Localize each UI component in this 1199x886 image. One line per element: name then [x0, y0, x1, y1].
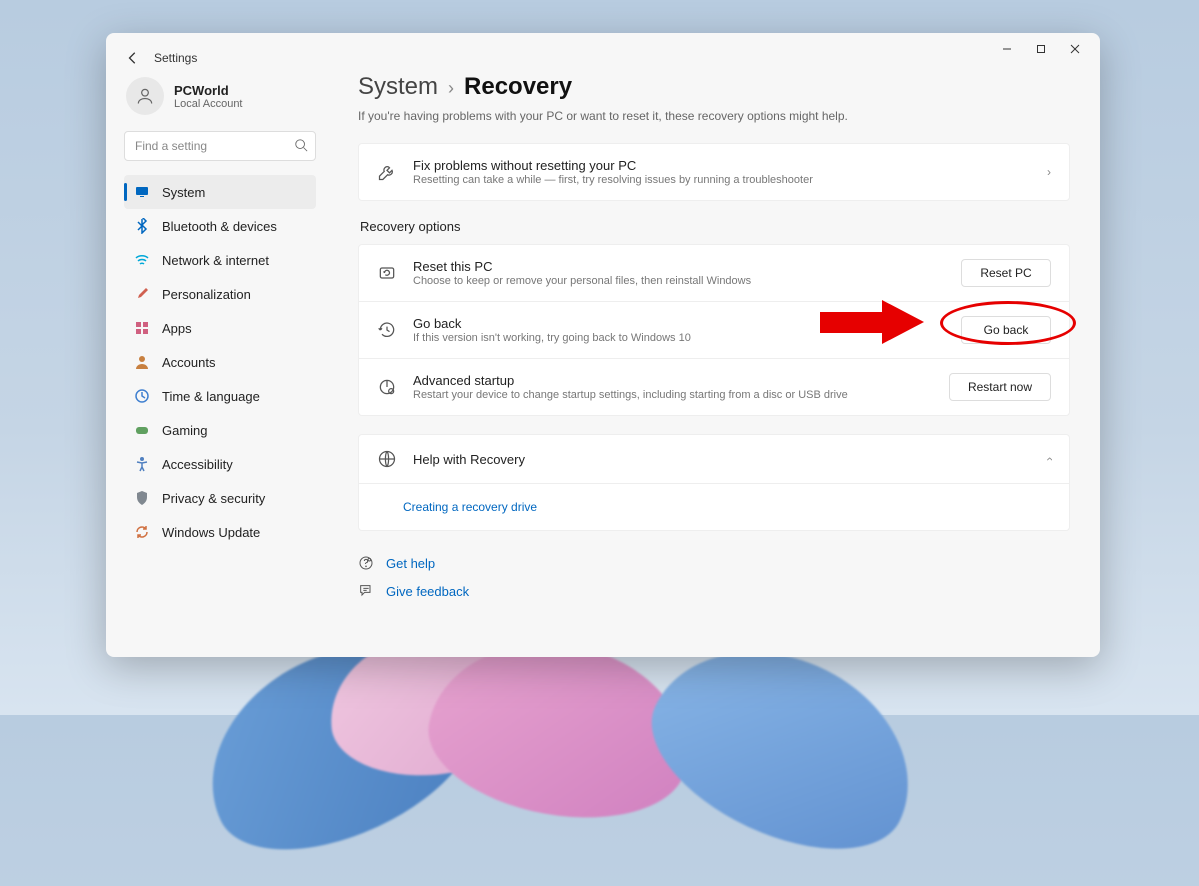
chevron-right-icon: ›	[448, 78, 454, 99]
power-settings-icon	[377, 377, 397, 397]
creating-recovery-drive-link[interactable]: Creating a recovery drive	[403, 500, 537, 514]
card-title: Fix problems without resetting your PC	[413, 158, 1031, 173]
settings-window: Settings PCWorld Local Account	[106, 33, 1100, 657]
card-subtitle: Resetting can take a while — first, try …	[413, 174, 1031, 186]
card-title: Reset this PC	[413, 259, 945, 274]
person-icon	[134, 354, 150, 370]
recovery-option-advanced-startup: Advanced startupRestart your device to c…	[358, 359, 1070, 416]
close-button[interactable]	[1058, 37, 1092, 61]
user-subtitle: Local Account	[174, 98, 243, 110]
titlebar	[106, 33, 1100, 65]
user-name: PCWorld	[174, 83, 243, 98]
reset-icon	[377, 263, 397, 283]
search-input[interactable]	[124, 131, 316, 161]
sidebar-item-label: Privacy & security	[162, 491, 265, 506]
sidebar-nav: System Bluetooth & devices Network & inter…	[124, 175, 316, 549]
sidebar-item-label: Network & internet	[162, 253, 269, 268]
sidebar-item-apps[interactable]: Apps	[124, 311, 316, 345]
search-icon	[294, 138, 308, 152]
recovery-option-go-back: Go backIf this version isn't working, tr…	[358, 302, 1070, 359]
give-feedback-label: Give feedback	[386, 584, 469, 599]
restart-now-button[interactable]: Restart now	[949, 373, 1051, 401]
sidebar-item-system[interactable]: System	[124, 175, 316, 209]
get-help-label: Get help	[386, 556, 435, 571]
get-help-link[interactable]: Get help	[358, 555, 1070, 571]
globe-clock-icon	[134, 388, 150, 404]
avatar	[126, 77, 164, 115]
sidebar-item-label: Accessibility	[162, 457, 233, 472]
card-subtitle: Choose to keep or remove your personal f…	[413, 275, 945, 287]
bluetooth-icon	[134, 218, 150, 234]
sidebar-item-gaming[interactable]: Gaming	[124, 413, 316, 447]
breadcrumb-parent[interactable]: System	[358, 73, 438, 101]
chevron-right-icon: ›	[1047, 165, 1051, 179]
sidebar-item-label: Windows Update	[162, 525, 260, 540]
sidebar-item-privacy-security[interactable]: Privacy & security	[124, 481, 316, 515]
reset-pc-button[interactable]: Reset PC	[961, 259, 1051, 287]
chevron-up-icon: ›	[1042, 457, 1056, 461]
troubleshoot-card[interactable]: Fix problems without resetting your PC R…	[358, 143, 1070, 201]
sidebar-item-label: Personalization	[162, 287, 251, 302]
gamepad-icon	[134, 422, 150, 438]
sidebar-item-label: Accounts	[162, 355, 215, 370]
history-icon	[377, 320, 397, 340]
sidebar-item-windows-update[interactable]: Windows Update	[124, 515, 316, 549]
maximize-button[interactable]	[1024, 37, 1058, 61]
feedback-icon	[358, 583, 374, 599]
sidebar-item-accounts[interactable]: Accounts	[124, 345, 316, 379]
grid-icon	[134, 320, 150, 336]
main-content: System › Recovery If you're having probl…	[328, 73, 1100, 657]
sidebar-item-personalization[interactable]: Personalization	[124, 277, 316, 311]
sidebar-item-label: Apps	[162, 321, 192, 336]
display-icon	[134, 184, 150, 200]
user-block[interactable]: PCWorld Local Account	[124, 73, 316, 127]
wrench-icon	[377, 162, 397, 182]
recovery-options-label: Recovery options	[360, 219, 1070, 234]
brush-icon	[134, 286, 150, 302]
wifi-icon	[134, 252, 150, 268]
card-title: Advanced startup	[413, 373, 933, 388]
page-description: If you're having problems with your PC o…	[358, 109, 1070, 123]
help-icon	[358, 555, 374, 571]
app-title: Settings	[154, 51, 197, 65]
sidebar-item-label: System	[162, 185, 205, 200]
sidebar-item-label: Time & language	[162, 389, 260, 404]
sidebar-item-time-language[interactable]: Time & language	[124, 379, 316, 413]
card-subtitle: Restart your device to change startup se…	[413, 389, 933, 401]
help-with-recovery-body: Creating a recovery drive	[358, 484, 1070, 531]
recovery-option-reset-this-pc: Reset this PCChoose to keep or remove yo…	[358, 244, 1070, 302]
accessibility-icon	[134, 456, 150, 472]
help-with-recovery-header[interactable]: Help with Recovery ›	[358, 434, 1070, 484]
sidebar-item-label: Gaming	[162, 423, 208, 438]
globe-help-icon	[377, 449, 397, 469]
card-subtitle: If this version isn't working, try going…	[413, 332, 945, 344]
help-section-title: Help with Recovery	[413, 452, 1031, 467]
go-back-button[interactable]: Go back	[961, 316, 1051, 344]
sidebar-item-network-internet[interactable]: Network & internet	[124, 243, 316, 277]
sidebar: PCWorld Local Account System Bluetooth & …	[106, 73, 328, 657]
sidebar-item-label: Bluetooth & devices	[162, 219, 277, 234]
card-title: Go back	[413, 316, 945, 331]
back-arrow-icon[interactable]	[126, 51, 140, 65]
minimize-button[interactable]	[990, 37, 1024, 61]
update-icon	[134, 524, 150, 540]
give-feedback-link[interactable]: Give feedback	[358, 583, 1070, 599]
breadcrumb: System › Recovery	[358, 73, 1070, 101]
shield-icon	[134, 490, 150, 506]
sidebar-item-accessibility[interactable]: Accessibility	[124, 447, 316, 481]
breadcrumb-current: Recovery	[464, 73, 572, 101]
sidebar-item-bluetooth-devices[interactable]: Bluetooth & devices	[124, 209, 316, 243]
